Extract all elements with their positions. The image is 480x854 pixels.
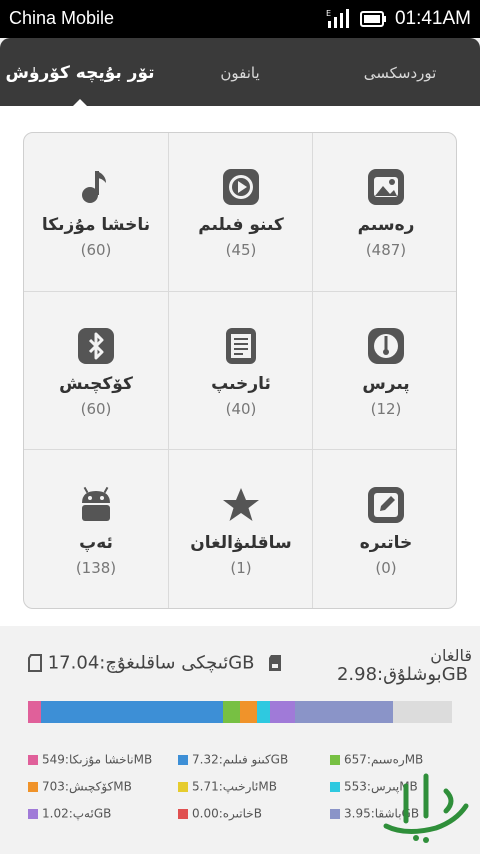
- category-count: (138): [75, 559, 117, 577]
- status-bar: China Mobile E 01:41AM: [0, 0, 480, 38]
- internal-storage-line: ئىچكى ساقلىغۇچ:17.04GB: [28, 652, 282, 678]
- category-count: (1): [230, 559, 252, 577]
- category-label: كۆكچىش: [59, 374, 133, 394]
- category-grid: ناخشا مۇزىكا (60) كىنو فىلىم (45) رەسىم …: [23, 132, 457, 609]
- tab-category-view[interactable]: توردسكسى: [320, 38, 480, 106]
- music-note-icon: [82, 171, 106, 203]
- legend-swatch: [28, 754, 38, 765]
- category-label: كىنو فىلىم: [198, 215, 284, 235]
- category-label: ناخشا مۇزىكا: [41, 215, 151, 235]
- category-bluetooth[interactable]: كۆكچىش (60): [24, 292, 168, 450]
- legend-swatch: [330, 754, 340, 765]
- category-label: ئارخىپ: [211, 374, 271, 394]
- image-icon: [368, 169, 404, 205]
- category-label: ئەپ: [79, 533, 113, 553]
- legend-item: ئارخىپ:5.71MB: [178, 779, 277, 794]
- storage-bar-segment: [257, 701, 270, 723]
- android-icon: [82, 486, 110, 521]
- bluetooth-icon: [78, 328, 114, 364]
- category-count: (60): [80, 241, 112, 259]
- play-icon: [223, 169, 259, 205]
- tab-browse[interactable]: تۆر بۇيچە كۆرۈش: [0, 38, 160, 106]
- clock: 01:41AM: [394, 8, 471, 29]
- legend-swatch: [28, 781, 38, 792]
- star-icon: [223, 488, 259, 521]
- storage-bar-segment: [41, 701, 223, 723]
- signal-icon: E: [326, 9, 349, 28]
- storage-bar-segment: [28, 701, 41, 723]
- tab-bar: توردسكسى يانفون تۆر بۇيچە كۆرۈش: [0, 38, 480, 106]
- category-count: (12): [370, 400, 402, 418]
- free-space-label: قالغان: [430, 646, 472, 665]
- category-package[interactable]: پىرس (12): [314, 292, 456, 450]
- category-count: (487): [365, 241, 407, 259]
- category-label: رەسىم: [357, 215, 415, 235]
- storage-icon: [269, 655, 282, 671]
- free-space-value: بوشلۇق:2.98GB: [336, 664, 468, 685]
- legend-item: رەسىم:657MB: [330, 752, 423, 767]
- legend-item: كۆكچىش:703MB: [28, 779, 132, 794]
- storage-usage-bar: [28, 701, 452, 723]
- category-video[interactable]: كىنو فىلىم (45): [169, 133, 313, 291]
- legend-swatch: [330, 781, 340, 792]
- tab-phone[interactable]: يانفون: [160, 38, 320, 106]
- legend-label: كۆكچىش:703MB: [42, 779, 132, 794]
- battery-icon: [360, 11, 386, 27]
- storage-bar-segment: [295, 701, 393, 723]
- category-music[interactable]: ناخشا مۇزىكا (60): [24, 133, 168, 291]
- legend-item: خاتىرە:0.00B: [178, 806, 262, 821]
- watermark-logo: [383, 773, 469, 843]
- legend-label: خاتىرە:0.00B: [192, 806, 262, 821]
- internal-storage-total: ئىچكى ساقلىغۇچ:17.04GB: [47, 652, 255, 674]
- category-label: پىرس: [362, 374, 410, 394]
- category-count: (45): [225, 241, 257, 259]
- category-document[interactable]: ئارخىپ (40): [169, 292, 313, 450]
- category-label: ساقلىۋالغان: [190, 533, 292, 553]
- category-count: (0): [375, 559, 397, 577]
- legend-label: ئارخىپ:5.71MB: [192, 779, 277, 794]
- legend-swatch: [178, 754, 188, 765]
- category-image[interactable]: رەسىم (487): [314, 133, 456, 291]
- storage-bar-segment: [270, 701, 295, 723]
- legend-swatch: [330, 808, 340, 819]
- gauge-icon: [368, 328, 404, 364]
- category-count: (40): [225, 400, 257, 418]
- category-favorites[interactable]: ساقلىۋالغان (1): [169, 451, 313, 608]
- edit-icon: [368, 487, 404, 523]
- active-tab-indicator: [73, 99, 87, 106]
- legend-swatch: [178, 808, 188, 819]
- category-apps[interactable]: ئەپ (138): [24, 451, 168, 608]
- legend-label: ناخشا مۇزىكا:549MB: [42, 752, 153, 767]
- document-icon: [226, 328, 256, 364]
- legend-label: كىنو فىلىم:7.32GB: [192, 752, 289, 767]
- svg-text:E: E: [326, 9, 331, 18]
- legend-swatch: [28, 808, 38, 819]
- tab-label: يانفون: [220, 64, 260, 82]
- category-count: (60): [80, 400, 112, 418]
- legend-item: كىنو فىلىم:7.32GB: [178, 752, 288, 767]
- legend-item: ناخشا مۇزىكا:549MB: [28, 752, 152, 767]
- carrier-name: China Mobile: [9, 8, 115, 28]
- storage-bar-segment: [223, 701, 240, 723]
- storage-panel: ئىچكى ساقلىغۇچ:17.04GB قالغان بوشلۇق:2.9…: [0, 626, 480, 854]
- main-content: ناخشا مۇزىكا (60) كىنو فىلىم (45) رەسىم …: [0, 106, 480, 854]
- category-notes[interactable]: خاتىرە (0): [314, 451, 456, 608]
- tab-label: توردسكسى: [363, 64, 437, 82]
- sd-card-icon: [28, 654, 42, 672]
- legend-label: رەسىم:657MB: [344, 752, 424, 767]
- storage-bar-segment: [240, 701, 257, 723]
- tab-label: تۆر بۇيچە كۆرۈش: [5, 63, 155, 83]
- legend-item: ئەپ:1.02GB: [28, 806, 111, 821]
- legend-label: ئەپ:1.02GB: [42, 806, 112, 821]
- legend-swatch: [178, 781, 188, 792]
- category-label: خاتىرە: [359, 533, 413, 553]
